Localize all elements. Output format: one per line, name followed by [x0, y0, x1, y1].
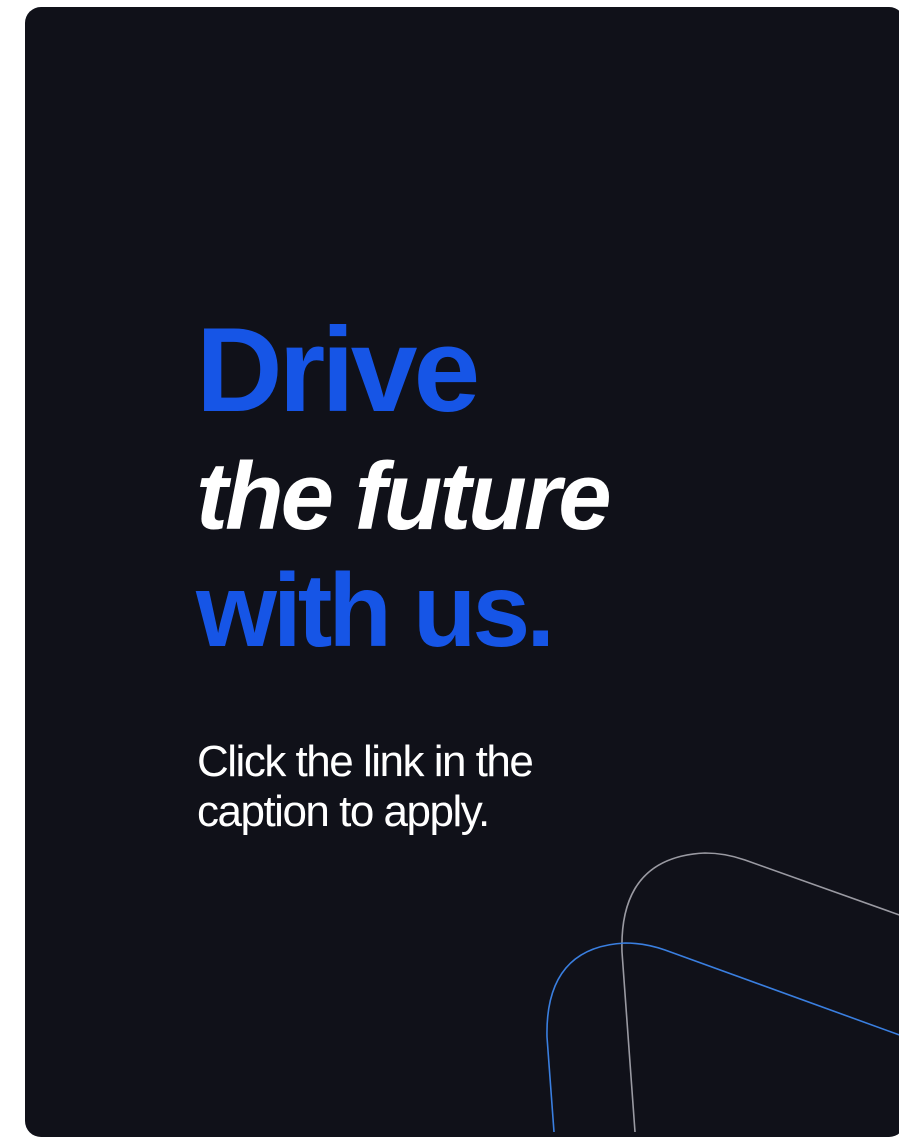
gray-outline-shape [621, 852, 899, 1133]
blue-outline-shape [546, 942, 899, 1133]
decorative-outline-shapes [546, 852, 899, 1133]
promo-card: Drive the future with us. Click the link… [25, 7, 899, 1137]
